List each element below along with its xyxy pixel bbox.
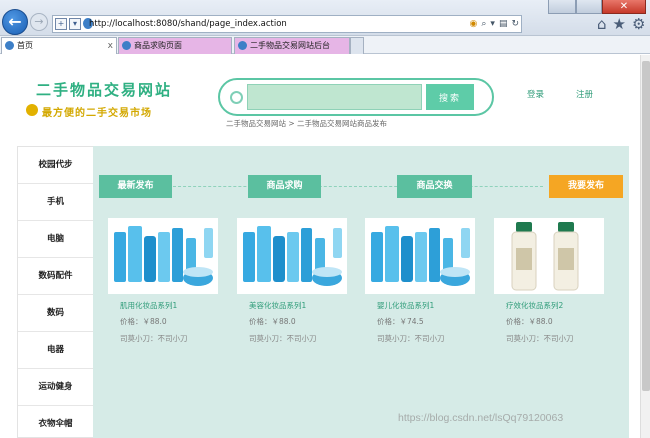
register-link[interactable]: 注册 [576,88,593,100]
product-name[interactable]: 婴儿化妆品系列1 [377,300,434,311]
browser-tools: ⌂ ★ ⚙ [597,15,645,33]
sidebar-item-phone[interactable]: 手机 [18,184,93,221]
sidebar-item-digital-accessories[interactable]: 数码配件 [18,258,93,295]
product-price: 价格：￥88.0 [120,317,167,326]
product-name[interactable]: 疗效化妆品系列2 [506,300,563,311]
address-url[interactable]: http://localhost:8080/shand/page_index.a… [89,17,287,31]
product-bargain: 司莫小刀：不司小刀 [506,334,574,343]
item-exchange-button[interactable]: 商品交换 [397,175,472,198]
product-card[interactable]: 肌用化妆品系列1 价格：￥88.0 司莫小刀：不司小刀 [108,218,218,348]
product-image[interactable] [494,218,604,294]
tab-label: 商品求购页面 [134,41,182,50]
tab-bar: 首页 x 商品求购页面 二手物品交易网站后台 [0,36,650,54]
product-area: 最新发布 商品求购 商品交换 我要发布 肌用化妆品系列1 价格：￥88.0 司莫… [93,146,629,438]
category-sidebar: 校园代步 手机 电脑 数码配件 数码 电器 运动健身 衣物伞帽 [17,146,93,438]
tab-favicon [5,41,14,50]
sidebar-item-campus-transport[interactable]: 校园代步 [18,147,93,184]
address-tools: ◉ ⌕ ▾ ▤ ↻ [470,17,520,31]
address-bar-icons: + ▾ [55,18,93,30]
tab-close-icon[interactable]: x [108,38,113,54]
search-icon[interactable]: ⌕ [481,19,486,29]
browser-toolbar: ← → + ▾ http://localhost:8080/shand/page… [0,0,650,36]
tab-label: 二手物品交易网站后台 [250,41,330,50]
breadcrumb: 二手物品交易网站 > 二手物品交易网站商品发布 [226,119,388,128]
tab-purchase-page[interactable]: 商品求购页面 [118,37,232,54]
search-provider-icon[interactable]: ◉ [470,19,478,29]
forward-button[interactable]: → [30,13,48,31]
sidebar-item-appliances[interactable]: 电器 [18,332,93,369]
tab-admin[interactable]: 二手物品交易网站后台 [234,37,350,54]
product-bargain: 司莫小刀：不司小刀 [249,334,317,343]
scrollbar-thumb[interactable] [642,61,650,391]
site-title[interactable]: 二手物品交易网站 [36,79,172,100]
search-icon [230,91,243,104]
category-divider [173,186,543,187]
tab-favicon [122,41,131,50]
back-button[interactable]: ← [2,9,28,35]
sidebar-item-sports[interactable]: 运动健身 [18,369,93,406]
compat-icon[interactable]: ▤ [499,19,508,29]
tab-home[interactable]: 首页 x [1,37,117,54]
refresh-icon[interactable]: ↻ [511,19,519,29]
slogan-icon [26,104,38,116]
product-card[interactable]: 婴儿化妆品系列1 价格：￥74.5 司莫小刀：不司小刀 [365,218,475,348]
home-icon[interactable]: ⌂ [597,15,607,33]
sidebar-item-digital[interactable]: 数码 [18,295,93,332]
tab-favicon [238,41,247,50]
browser-window: ← → + ▾ http://localhost:8080/shand/page… [0,0,650,438]
dropdown-icon[interactable]: ▾ [69,18,81,30]
product-price: 价格：￥88.0 [249,317,296,326]
tab-label: 首页 [17,41,33,50]
product-name[interactable]: 美容化妆品系列1 [249,300,306,311]
product-image[interactable] [237,218,347,294]
product-bargain: 司莫小刀：不司小刀 [120,334,188,343]
product-image[interactable] [365,218,475,294]
search-input[interactable] [247,84,422,110]
address-bar[interactable]: + ▾ http://localhost:8080/shand/page_ind… [52,15,522,33]
close-window-button[interactable]: ✕ [602,0,646,14]
search-button[interactable]: 搜索 [426,84,474,110]
site-slogan: 最方便的二手交易市场 [42,108,152,119]
product-price: 价格：￥88.0 [506,317,553,326]
page-content: 二手物品交易网站 最方便的二手交易市场 搜索 登录 注册 二手物品交易网站 > … [0,55,640,438]
search-box: 搜索 [218,78,494,116]
product-bargain: 司莫小刀：不司小刀 [377,334,445,343]
favorites-star-icon[interactable]: ★ [613,15,626,33]
dropdown-arrow-icon[interactable]: ▾ [490,19,495,29]
compat-view-icon[interactable]: + [55,18,67,30]
vertical-scrollbar[interactable] [640,55,650,438]
new-tab-button[interactable] [350,37,364,54]
product-name[interactable]: 肌用化妆品系列1 [120,300,177,311]
minimize-button[interactable] [548,0,576,14]
latest-release-button[interactable]: 最新发布 [99,175,172,198]
product-card[interactable]: 美容化妆品系列1 价格：￥88.0 司莫小刀：不司小刀 [237,218,347,348]
watermark: https://blog.csdn.net/lsQq79120063 [398,412,564,424]
product-image[interactable] [108,218,218,294]
gear-icon[interactable]: ⚙ [632,15,645,33]
maximize-button[interactable] [576,0,602,14]
sidebar-item-computer[interactable]: 电脑 [18,221,93,258]
publish-button[interactable]: 我要发布 [549,175,623,198]
product-price: 价格：￥74.5 [377,317,424,326]
login-link[interactable]: 登录 [527,88,544,100]
purchase-request-button[interactable]: 商品求购 [248,175,321,198]
product-card[interactable]: 疗效化妆品系列2 价格：￥88.0 司莫小刀：不司小刀 [494,218,604,348]
sidebar-item-clothing[interactable]: 衣物伞帽 [18,406,93,438]
